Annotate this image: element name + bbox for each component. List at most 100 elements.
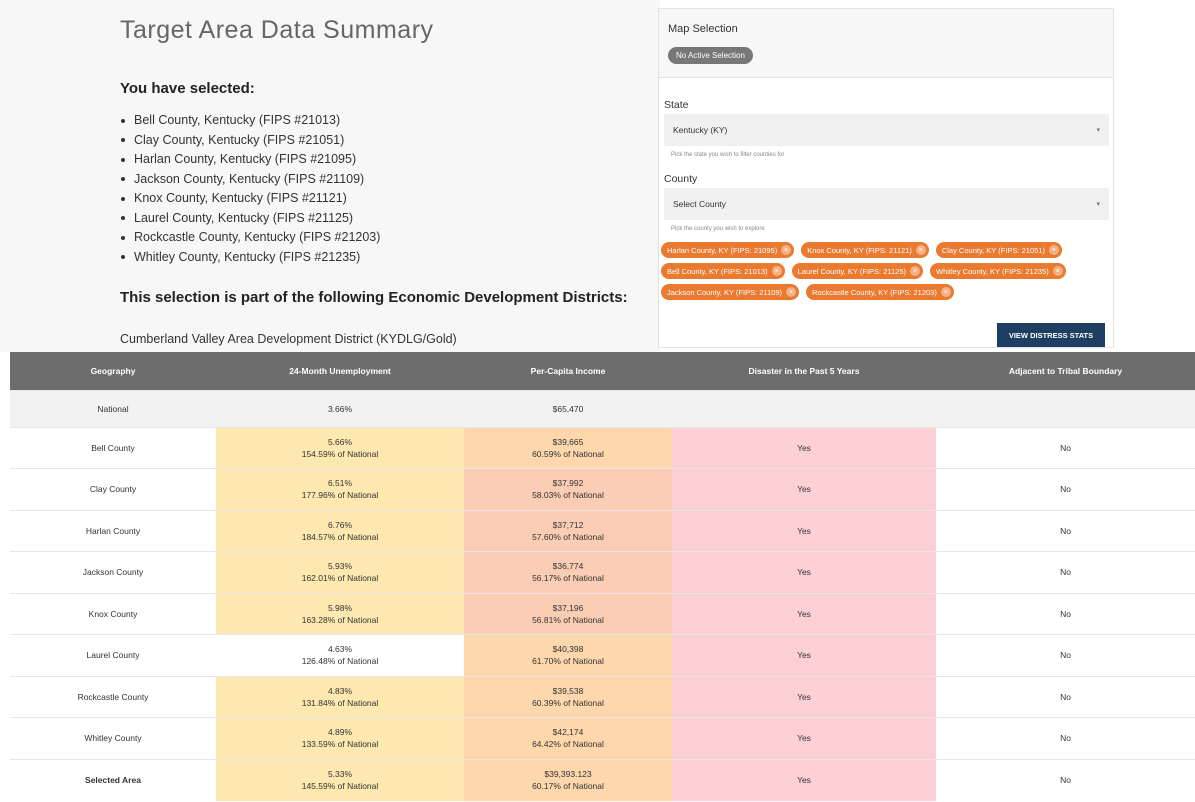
row-income-text: 60.39% of National	[532, 697, 604, 708]
row-disaster: Yes	[672, 758, 936, 801]
remove-chip-icon[interactable]: ×	[786, 287, 797, 297]
distress-stats-table: Geography 24-Month Unemployment Per-Capi…	[10, 352, 1195, 801]
county-chip: Jackson County, KY (FIPS: 21109) ×	[661, 284, 800, 300]
row-tribal-text: No	[1060, 484, 1071, 495]
national-unemployment: 3.66%	[216, 389, 464, 427]
row-income-text: 57.60% of National	[532, 531, 604, 542]
row-unemployment-text: 4.89%	[327, 727, 353, 738]
county-chip: Rockcastle County, KY (FIPS: 21203) ×	[806, 284, 954, 300]
selected-county-label: Harlan County, Kentucky (FIPS #21095)	[134, 152, 357, 166]
row-geography-text: Selected Area	[85, 775, 141, 785]
selected-county-label: Knox County, Kentucky (FIPS #21121)	[134, 191, 347, 205]
no-active-selection-chip: No Active Selection	[668, 47, 753, 64]
remove-chip-icon[interactable]: ×	[940, 287, 951, 297]
row-income-text: $37,712	[552, 519, 584, 530]
map-selection-header: Map Selection No Active Selection	[659, 9, 1113, 78]
row-geography: Whitley County	[10, 717, 216, 759]
row-geography-text: Jackson County	[82, 567, 144, 578]
national-row: National 3.66% $65,470	[10, 389, 1195, 427]
county-chip: Clay County, KY (FIPS: 21051) ×	[935, 242, 1062, 258]
county-select-placeholder: Select County	[673, 199, 726, 209]
row-unemployment: 5.33% 145.59% of National	[216, 758, 464, 801]
bullet-icon	[121, 255, 125, 260]
county-select[interactable]: Select County ▾	[664, 188, 1109, 220]
column-header-geography: Geography	[10, 352, 216, 390]
row-disaster: Yes	[672, 592, 936, 635]
national-disaster	[672, 389, 936, 427]
row-income-text: 64.42% of National	[532, 739, 604, 750]
county-chip-label: Harlan County, KY (FIPS: 21095)	[667, 245, 778, 255]
row-geography-text: Clay County	[89, 484, 137, 495]
table-row: Laurel County 4.63% 126.48% of National $40…	[10, 634, 1195, 676]
selected-county-item: Clay County, Kentucky (FIPS #21051)	[121, 131, 380, 151]
row-geography: Laurel County	[10, 634, 216, 676]
summary-area: Target Area Data Summary You have select…	[0, 0, 660, 352]
county-chip-label: Knox County, KY (FIPS: 21121)	[807, 245, 912, 255]
column-header-tribal: Adjacent to Tribal Boundary	[936, 352, 1195, 390]
row-disaster-text: Yes	[797, 525, 811, 536]
row-unemployment-text: 163.28% of National	[301, 614, 379, 625]
row-geography: Jackson County	[10, 551, 216, 593]
national-income: $65,470	[464, 389, 672, 427]
bullet-icon	[121, 235, 125, 240]
remove-chip-icon[interactable]: ×	[1052, 266, 1063, 276]
table-row: Whitley County 4.89% 133.59% of National $4…	[10, 717, 1195, 759]
row-geography: Knox County	[10, 592, 216, 635]
selected-county-item: Harlan County, Kentucky (FIPS #21095)	[121, 150, 380, 170]
row-geography: Harlan County	[10, 509, 216, 552]
chevron-down-icon: ▾	[1096, 201, 1100, 208]
view-distress-stats-button[interactable]: VIEW DISTRESS STATS	[997, 323, 1105, 347]
row-tribal: No	[936, 468, 1195, 510]
row-unemployment: 4.83% 131.84% of National	[216, 675, 464, 718]
row-income-text: $36,774	[552, 561, 584, 572]
selected-county-item: Jackson County, Kentucky (FIPS #21109)	[121, 170, 380, 190]
row-tribal-text: No	[1060, 525, 1071, 536]
row-income: $36,774 56.17% of National	[464, 551, 672, 593]
remove-chip-icon[interactable]: ×	[910, 266, 921, 276]
selected-county-label: Clay County, Kentucky (FIPS #21051)	[134, 132, 345, 147]
state-select[interactable]: Kentucky (KY) ▾	[664, 114, 1109, 146]
row-income: $42,174 64.42% of National	[464, 717, 672, 759]
selected-county-item: Whitley County, Kentucky (FIPS #21235)	[121, 248, 380, 268]
bullet-icon	[121, 177, 125, 182]
county-chip-label: Laurel County, KY (FIPS: 21125)	[797, 266, 907, 276]
row-tribal: No	[936, 758, 1195, 801]
chip-row: Harlan County, KY (FIPS: 21095) × Knox Cou…	[661, 242, 1113, 258]
remove-chip-icon[interactable]: ×	[1048, 245, 1059, 255]
remove-chip-icon[interactable]: ×	[771, 266, 782, 276]
table-header-row: Geography 24-Month Unemployment Per-Capi…	[10, 352, 1195, 390]
row-geography: Clay County	[10, 468, 216, 510]
row-income: $39,393.123 60.17% of National	[464, 758, 672, 801]
row-income-text: 56.81% of National	[532, 614, 604, 625]
row-disaster-text: Yes	[797, 608, 811, 619]
page-title: Target Area Data Summary	[120, 16, 434, 44]
selected-county-item: Bell County, Kentucky (FIPS #21013)	[121, 111, 380, 131]
remove-chip-icon[interactable]: ×	[781, 245, 792, 255]
county-chip-label: Bell County, KY (FIPS: 21013)	[667, 266, 768, 276]
row-unemployment-text: 126.48% of National	[301, 656, 379, 667]
row-income-text: $37,992	[552, 478, 584, 489]
county-chip: Whitley County, KY (FIPS: 21235) ×	[930, 263, 1066, 279]
county-chip-label: Rockcastle County, KY (FIPS: 21203)	[812, 287, 937, 297]
row-tribal-text: No	[1060, 733, 1071, 744]
map-selection-title: Map Selection	[668, 23, 738, 35]
remove-chip-icon[interactable]: ×	[915, 245, 926, 255]
column-header-disaster: Disaster in the Past 5 Years	[672, 352, 936, 390]
table-row: Clay County 6.51% 177.96% of National $37,9…	[10, 468, 1195, 510]
row-geography-text: Harlan County	[85, 525, 141, 536]
row-unemployment: 6.76% 184.57% of National	[216, 509, 464, 552]
state-select-value: Kentucky (KY)	[673, 125, 728, 135]
row-income: $39,538 60.39% of National	[464, 675, 672, 718]
national-geography: National	[10, 389, 216, 427]
row-income-text: 58.03% of National	[532, 490, 604, 501]
row-geography-text: Rockcastle County	[77, 691, 149, 702]
row-tribal-text: No	[1060, 650, 1071, 661]
row-income: $39,665 60.59% of National	[464, 426, 672, 469]
row-disaster-text: Yes	[797, 442, 811, 453]
row-income-text: 61.70% of National	[532, 656, 604, 667]
row-unemployment: 4.63% 126.48% of National	[216, 634, 464, 676]
row-income-text: $42,174	[552, 727, 584, 738]
table-body: National 3.66% $65,470 Bell County 5.66% 1…	[10, 389, 1195, 801]
row-tribal: No	[936, 634, 1195, 676]
row-unemployment: 5.93% 162.01% of National	[216, 551, 464, 593]
